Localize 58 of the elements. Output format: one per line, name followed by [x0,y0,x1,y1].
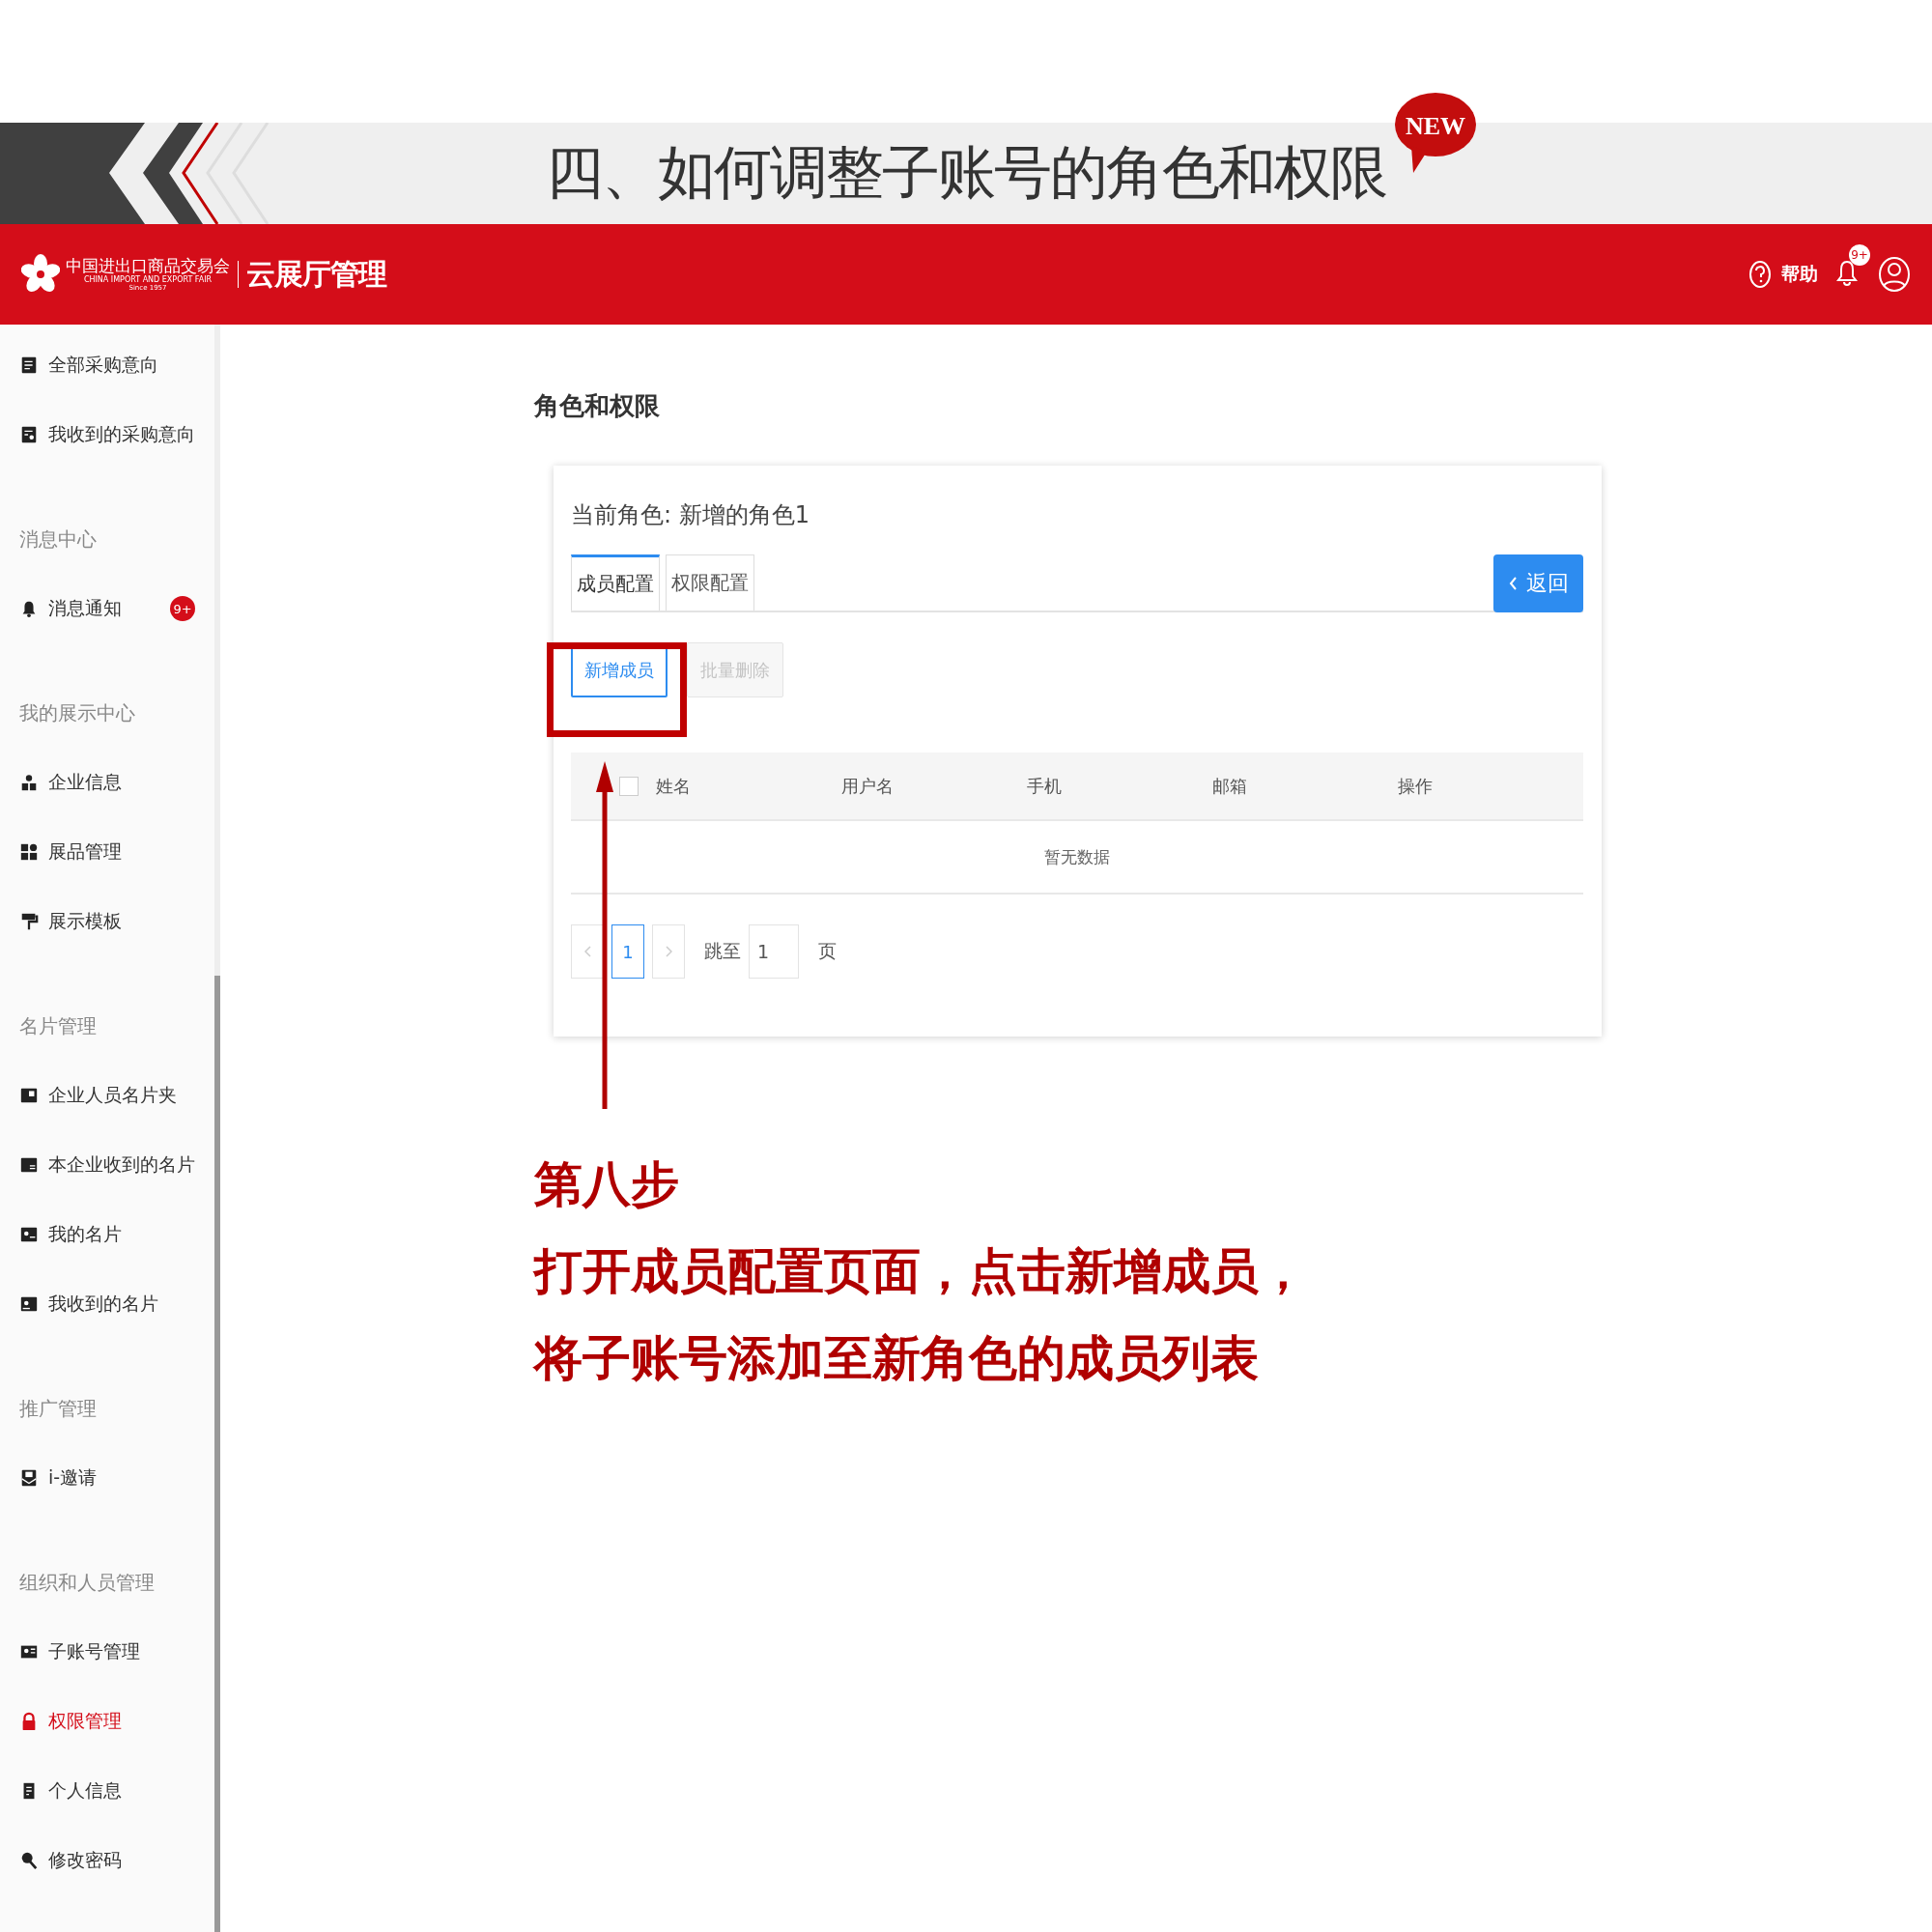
sidebar-section-label: 推广管理 [19,1395,97,1422]
column-header: 用户名 [840,775,894,796]
select-all-checkbox[interactable] [619,776,639,796]
sidebar-section-label: 我的展示中心 [19,699,135,726]
document-icon [19,355,39,376]
tab[interactable]: 权限配置 [666,554,754,611]
sidebar-item[interactable]: 企业信息 [0,748,214,817]
sidebar-item[interactable]: 企业人员名片夹 [0,1061,214,1130]
bell-icon[interactable] [1835,258,1859,287]
grid-icon [19,841,39,863]
people-icon [19,772,39,793]
jump-label: 跳至 [704,939,741,963]
sidebar-item[interactable]: 权限管理 [0,1687,214,1756]
page-suffix: 页 [818,939,837,963]
empty-text: 暂无数据 [1044,845,1110,868]
sidebar-item[interactable]: 本企业收到的名片 [0,1130,214,1200]
sidebar-item[interactable]: 消息通知 9+ [0,574,214,643]
current-role-text: 当前角色: 新增的角色1 [571,500,810,529]
notification-badge: 9+ [170,596,195,621]
sidebar-item[interactable]: 展示模板 [0,887,214,956]
envelope-icon [19,1467,39,1489]
help-link[interactable]: 帮助 [1781,262,1818,287]
column-header: 姓名 [655,775,691,796]
sidebar-item[interactable]: 我收到的采购意向 [0,400,214,469]
scrollbar-thumb[interactable] [214,976,220,1932]
document-person-icon [19,424,39,445]
sidebar-item[interactable]: 修改密码 [0,1826,214,1895]
sidebar-item[interactable]: 我收到的名片 [0,1269,214,1339]
sidebar-section-label: 组织和人员管理 [19,1569,155,1596]
sidebar-item[interactable]: 子账号管理 [0,1617,214,1687]
column-header: 手机 [1026,775,1062,796]
sidebar-item[interactable]: 个人信息 [0,1756,214,1826]
column-header: 操作 [1397,775,1433,796]
user-icon[interactable] [1878,256,1911,293]
page-title: 角色和权限 [534,390,661,421]
app-name: 云展厅管理 [246,255,386,293]
column-header: 邮箱 [1211,775,1247,796]
annotation-text: 第八步 [534,1155,680,1214]
tab[interactable]: 成员配置 [571,554,660,611]
chevron-left-icon [1508,577,1517,590]
prev-page-button[interactable] [571,924,604,979]
notification-badge: 9+ [1849,244,1870,266]
chevron-right-icon [665,946,672,957]
jump-page-field[interactable]: 1 [749,924,799,979]
sidebar-section-label: 消息中心 [19,526,97,553]
logo-text: 中国进出口商品交易会 [66,256,230,275]
chevron-left-icon [583,946,591,957]
logo-subtitle: CHINA IMPORT AND EXPORT FAIR [83,275,213,285]
sidebar-item[interactable]: i-邀请 [0,1443,214,1513]
annotation-text: 打开成员配置页面，点击新增成员， [534,1242,1308,1301]
paint-roller-icon [19,911,39,932]
sidebar-item[interactable]: 我的名片 [0,1200,214,1269]
annotation-text: 将子账号添加至新角色的成员列表 [534,1329,1260,1388]
sidebar-item[interactable]: 全部采购意向 [0,330,214,400]
slide-title: 四、如何调整子账号的角色和权限 [546,138,1386,206]
help-icon[interactable] [1748,260,1772,289]
sidebar-item[interactable]: 展品管理 [0,817,214,887]
sidebar-section-label: 名片管理 [19,1012,97,1039]
